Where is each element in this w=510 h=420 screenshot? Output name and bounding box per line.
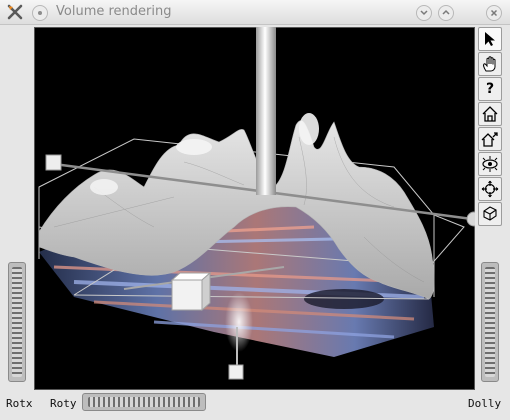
home-button[interactable] (478, 102, 502, 126)
volume-render-scene (38, 27, 475, 380)
rotx-thumbwheel-ridges (12, 267, 22, 377)
view-all-button[interactable] (478, 152, 502, 176)
app-window: Volume rendering ? Rotx Roty Dolly (0, 0, 510, 420)
seek-button[interactable] (478, 177, 502, 201)
select-arrow-icon (485, 32, 495, 46)
viewer-toolbar: ? (476, 27, 506, 227)
dolly-label: Dolly (468, 397, 502, 410)
minimize-button[interactable] (416, 5, 432, 21)
close-button[interactable] (486, 5, 502, 21)
close-icon (490, 9, 498, 17)
home-icon (482, 106, 498, 122)
help-icon: ? (485, 81, 495, 97)
view-all-icon (482, 156, 498, 172)
select-mode-button[interactable] (478, 27, 502, 51)
help-button[interactable]: ? (478, 77, 502, 101)
set-home-icon (481, 132, 498, 147)
roty-thumbwheel[interactable] (82, 393, 206, 411)
set-home-button[interactable] (478, 127, 502, 151)
view-mode-button[interactable] (478, 52, 502, 76)
chevron-down-icon (420, 10, 428, 16)
maximize-button[interactable] (438, 5, 454, 21)
view-hand-icon (483, 56, 496, 72)
dolly-thumbwheel[interactable] (481, 262, 499, 382)
projection-button[interactable] (478, 202, 502, 226)
title-bar: Volume rendering (0, 0, 510, 25)
rotx-label: Rotx (6, 397, 33, 410)
window-menu-button[interactable] (32, 5, 48, 21)
roty-label: Roty (50, 397, 77, 410)
3d-viewer[interactable] (34, 27, 475, 390)
dolly-thumbwheel-ridges (485, 267, 495, 377)
app-icon[interactable] (6, 3, 24, 21)
window-title: Volume rendering (56, 4, 172, 19)
chevron-up-icon (442, 9, 450, 15)
roty-thumbwheel-ridges (88, 397, 200, 407)
projection-cube-icon (483, 206, 497, 221)
rotx-thumbwheel[interactable] (8, 262, 26, 382)
seek-icon (481, 180, 499, 198)
